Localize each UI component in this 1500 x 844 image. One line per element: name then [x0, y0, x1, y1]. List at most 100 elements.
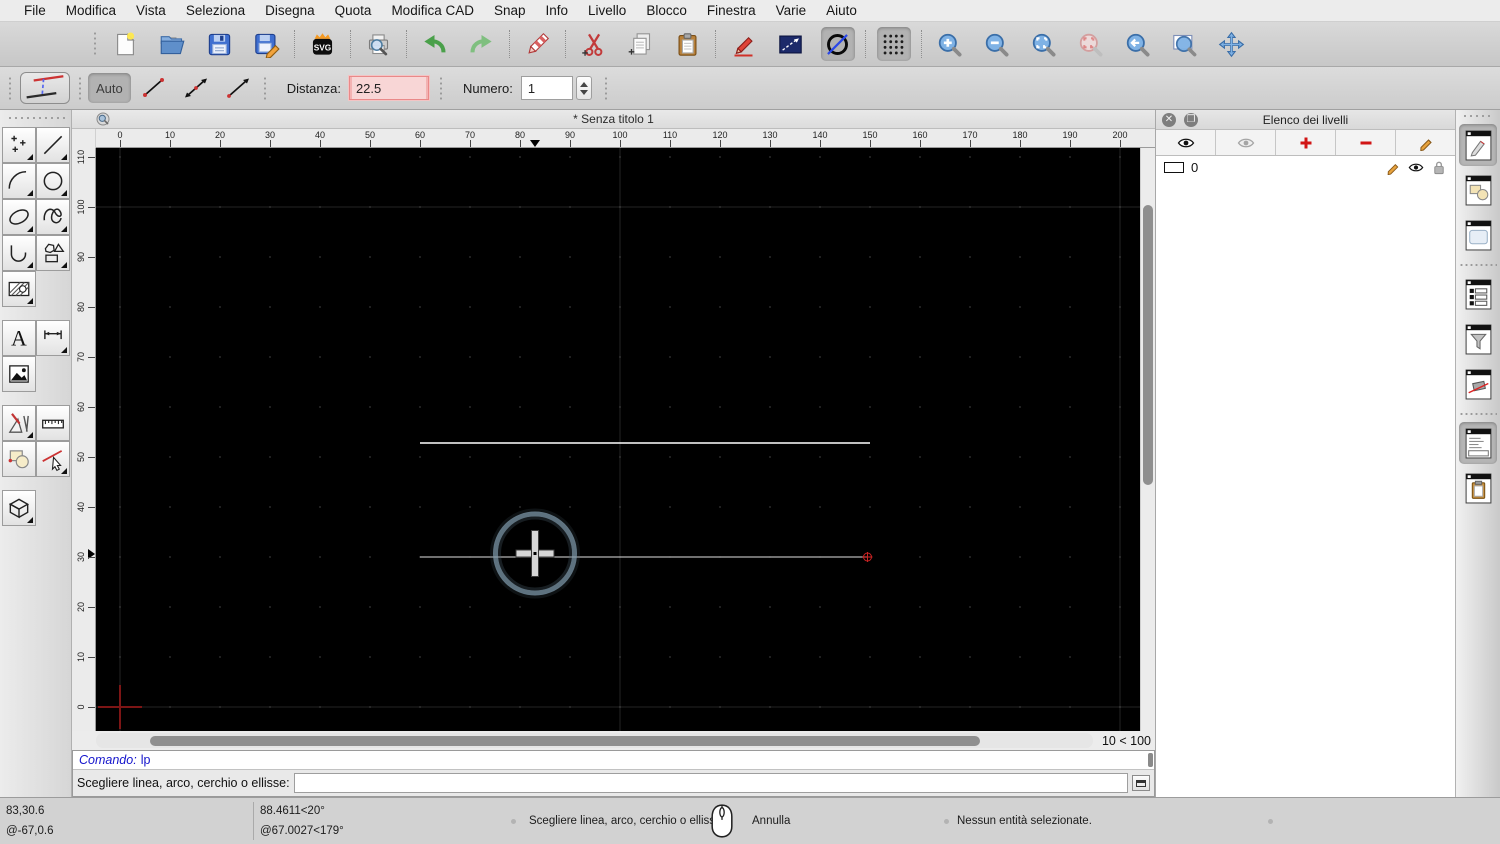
command-options-button[interactable]: [1132, 775, 1150, 791]
menu-quota[interactable]: Quota: [325, 3, 382, 18]
menu-modifica[interactable]: Modifica: [56, 3, 126, 18]
toolbar-drag-handle[interactable]: [78, 76, 82, 100]
command-line-window-button[interactable]: [1459, 422, 1497, 464]
redo-button[interactable]: [465, 27, 499, 61]
toolbar-drag-handle[interactable]: [8, 76, 12, 100]
edit-pencil-button[interactable]: [727, 27, 761, 61]
menu-snap[interactable]: Snap: [484, 3, 536, 18]
line-tool-button[interactable]: [774, 27, 808, 61]
layer-edit-icon[interactable]: [1385, 160, 1401, 175]
parallel-lines-tool-button[interactable]: [20, 72, 70, 104]
close-panel-icon[interactable]: ✕: [1162, 113, 1176, 127]
document-titlebar[interactable]: * Senza titolo 1: [72, 110, 1155, 129]
measure-tool-button[interactable]: [36, 405, 70, 441]
spline-tool-button[interactable]: [36, 199, 70, 235]
delete-entity-button[interactable]: [521, 27, 555, 61]
zoom-out-button[interactable]: [980, 27, 1014, 61]
zoom-previous-button[interactable]: [1121, 27, 1155, 61]
menu-aiuto[interactable]: Aiuto: [816, 3, 867, 18]
pen-window-button[interactable]: [1459, 363, 1497, 405]
layer-visible-icon[interactable]: [1408, 160, 1424, 175]
save-as-button[interactable]: [250, 27, 284, 61]
circle-tool-button[interactable]: [36, 163, 70, 199]
zoom-window-button[interactable]: [1168, 27, 1202, 61]
line-two-points-button[interactable]: [135, 73, 173, 103]
layer-list-window-button[interactable]: [1459, 124, 1497, 166]
add-layer-button[interactable]: [1276, 130, 1336, 155]
drawing-canvas[interactable]: [96, 148, 1140, 731]
paste-button[interactable]: [671, 27, 705, 61]
show-all-layers-button[interactable]: [1156, 130, 1216, 155]
vertical-scrollbar-thumb[interactable]: [1143, 205, 1153, 485]
svg-export-button[interactable]: SVG: [306, 27, 340, 61]
menu-file[interactable]: File: [14, 3, 56, 18]
horizontal-scrollbar[interactable]: [96, 733, 1093, 748]
menu-finestra[interactable]: Finestra: [697, 3, 766, 18]
grid-toggle-button[interactable]: [876, 27, 911, 61]
menu-info[interactable]: Info: [536, 3, 579, 18]
save-button[interactable]: [203, 27, 237, 61]
cut-button[interactable]: [577, 27, 611, 61]
distance-input[interactable]: [348, 76, 429, 100]
horizontal-scrollbar-thumb[interactable]: [150, 735, 980, 746]
menu-livello[interactable]: Livello: [578, 3, 636, 18]
zoom-in-button[interactable]: [933, 27, 967, 61]
circle-line-tool-button[interactable]: [820, 27, 855, 61]
menu-varie[interactable]: Varie: [766, 3, 817, 18]
zoom-selection-button[interactable]: [1074, 27, 1108, 61]
line-single-arrow-button[interactable]: [219, 73, 257, 103]
arc-tool-button[interactable]: [2, 163, 36, 199]
menu-vista[interactable]: Vista: [126, 3, 176, 18]
layer-color-swatch[interactable]: [1164, 161, 1184, 173]
clipboard-window-button[interactable]: [1459, 467, 1497, 509]
copy-button[interactable]: [624, 27, 658, 61]
points-tool-button[interactable]: [2, 127, 36, 163]
zoom-auto-button[interactable]: [1027, 27, 1061, 61]
toolbar-drag-handle[interactable]: [93, 31, 97, 57]
line-double-arrow-button[interactable]: [177, 73, 215, 103]
text-tool-button[interactable]: A: [2, 320, 36, 356]
remove-layer-button[interactable]: [1336, 130, 1396, 155]
menu-blocco[interactable]: Blocco: [636, 3, 697, 18]
zoom-pan-button[interactable]: [1215, 27, 1249, 61]
dimension-tool-button[interactable]: [36, 320, 70, 356]
hide-all-layers-button[interactable]: [1216, 130, 1276, 155]
cad-drawing[interactable]: [96, 148, 1140, 731]
menu-disegna[interactable]: Disegna: [255, 3, 325, 18]
polyline-tool-button[interactable]: [2, 235, 36, 271]
command-history[interactable]: Comando: lp: [73, 751, 1154, 770]
palette-drag-handle[interactable]: [6, 116, 65, 121]
layer-row[interactable]: 0: [1156, 156, 1455, 178]
number-input[interactable]: [520, 76, 573, 100]
ellipse-tool-button[interactable]: [2, 199, 36, 235]
block-list-window-button[interactable]: [1459, 169, 1497, 211]
selection-tool-button[interactable]: [2, 441, 36, 477]
hatch-tool-button[interactable]: [2, 271, 36, 307]
float-panel-icon[interactable]: ❐: [1184, 113, 1198, 127]
command-history-scrollbar[interactable]: [1148, 753, 1153, 767]
line-tool-palette-button[interactable]: [36, 127, 70, 163]
layer-lock-icon[interactable]: [1431, 160, 1447, 175]
vertical-scrollbar[interactable]: [1140, 148, 1155, 731]
filter-window-button[interactable]: [1459, 318, 1497, 360]
entity-list-window-button[interactable]: [1459, 273, 1497, 315]
toolbar-drag-handle[interactable]: [262, 76, 267, 100]
auto-mode-button[interactable]: Auto: [88, 73, 131, 103]
menu-modifica-cad[interactable]: Modifica CAD: [381, 3, 484, 18]
image-tool-button[interactable]: [2, 356, 36, 392]
edit-layer-button[interactable]: [1396, 130, 1455, 155]
number-spinner[interactable]: [575, 76, 592, 100]
library-browser-window-button[interactable]: [1459, 214, 1497, 256]
toolbar-drag-handle[interactable]: [438, 76, 443, 100]
undo-button[interactable]: [418, 27, 452, 61]
command-input[interactable]: [293, 773, 1128, 793]
toolbar-drag-handle[interactable]: [603, 76, 608, 100]
open-file-button[interactable]: [156, 27, 190, 61]
3d-box-tool-button[interactable]: [2, 490, 36, 526]
menu-seleziona[interactable]: Seleziona: [176, 3, 255, 18]
polygon-shapes-tool-button[interactable]: [36, 235, 70, 271]
spinner-up-icon[interactable]: [579, 81, 588, 87]
select-entity-tool-button[interactable]: [36, 441, 70, 477]
print-preview-button[interactable]: [362, 27, 396, 61]
spinner-down-icon[interactable]: [579, 89, 588, 95]
